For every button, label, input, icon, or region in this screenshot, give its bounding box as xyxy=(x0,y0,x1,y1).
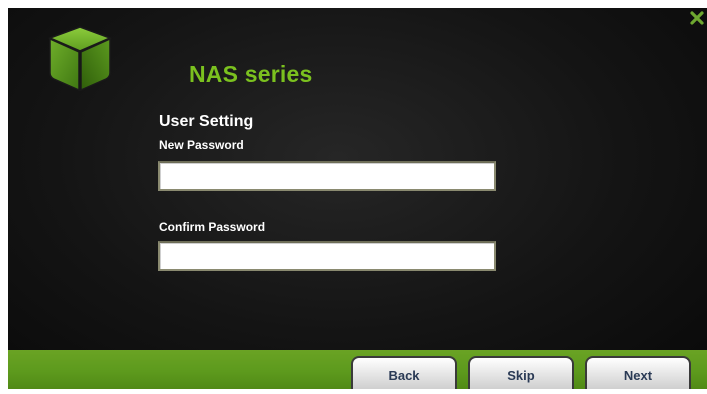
cube-logo-icon xyxy=(47,26,113,92)
new-password-field[interactable] xyxy=(158,161,496,191)
new-password-label: New Password xyxy=(159,138,244,152)
setup-wizard-window: NAS series User Setting New Password Con… xyxy=(8,8,707,389)
confirm-password-field[interactable] xyxy=(158,241,496,271)
confirm-password-label: Confirm Password xyxy=(159,220,266,234)
close-icon[interactable] xyxy=(689,10,705,26)
skip-button[interactable]: Skip xyxy=(468,356,574,389)
brand-title: NAS series xyxy=(189,61,313,87)
next-button[interactable]: Next xyxy=(585,356,691,389)
section-title: User Setting xyxy=(159,113,254,130)
back-button[interactable]: Back xyxy=(351,356,457,389)
